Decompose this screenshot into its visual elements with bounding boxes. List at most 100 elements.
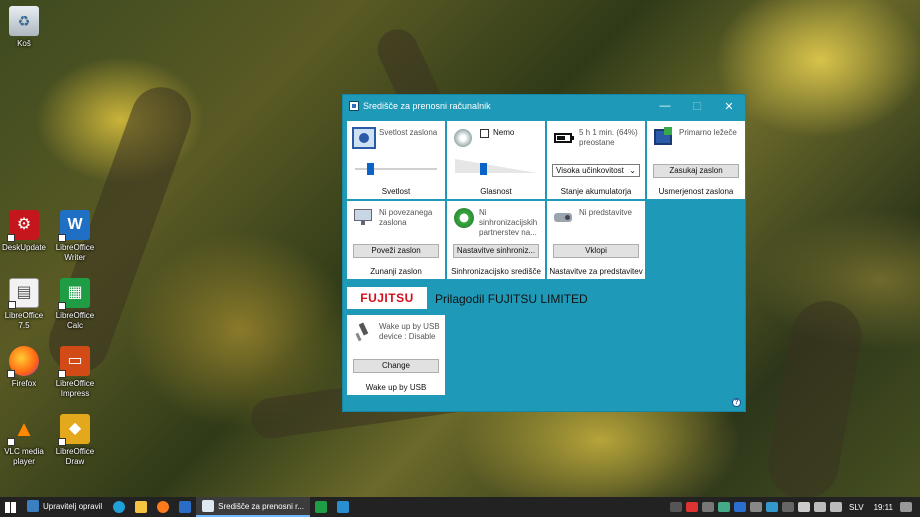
tray-icon[interactable]	[782, 502, 795, 512]
desktop-icon-deskupdate[interactable]: ⚙ DeskUpdate	[0, 210, 48, 253]
task-manager-icon	[27, 500, 39, 512]
brightness-slider[interactable]	[355, 163, 437, 175]
taskbar-firefox[interactable]	[152, 497, 174, 517]
external-display-footer: Zunanji zaslon	[370, 267, 422, 276]
desktop-icon-label: LibreOffice 7.5	[4, 311, 44, 330]
volume-icon[interactable]	[830, 502, 843, 512]
projector-icon	[552, 207, 576, 229]
power-plan-select[interactable]: Visoka učinkovitost ⌄	[552, 164, 640, 177]
desktop-icon-draw[interactable]: ◆ LibreOffice Draw	[51, 414, 99, 467]
bluetooth-icon[interactable]	[734, 502, 747, 512]
desktop-icon-label: Koš	[17, 39, 31, 48]
tile-volume: Nemo Glasnost	[447, 121, 545, 199]
mail-icon	[179, 501, 192, 513]
brightness-slider-thumb[interactable]	[367, 163, 375, 175]
volume-slider[interactable]	[455, 163, 537, 175]
presentation-label: Ni predstavitve	[579, 208, 632, 217]
desktop-icon-label: VLC media player	[4, 447, 44, 466]
rotate-screen-button[interactable]: Zasukaj zaslon	[653, 164, 739, 178]
desktop-icon-libreoffice[interactable]: ▤ LibreOffice 7.5	[0, 278, 48, 331]
speaker-icon	[452, 127, 476, 149]
minimize-button[interactable]: —	[649, 95, 681, 117]
desktop-icon-label: LibreOffice Impress	[55, 379, 95, 398]
desktop-icon-label: LibreOffice Writer	[55, 243, 95, 262]
shield-icon[interactable]	[718, 502, 731, 512]
desktop-icon-impress[interactable]: ▭ LibreOffice Impress	[51, 346, 99, 399]
tile-orientation: Primarno ležeče Zasukaj zaslon Usmerjeno…	[647, 121, 745, 199]
mobility-center-icon	[349, 101, 359, 111]
sync-center-label: Ni sinhronizacijskih partnerstev na...	[479, 208, 538, 237]
desktop-icon-label: Firefox	[11, 379, 37, 388]
background-trunk	[763, 295, 867, 505]
desktop-icon-vlc[interactable]: ▲ VLC media player	[0, 414, 48, 467]
help-icon[interactable]: ?	[732, 398, 741, 407]
system-tray: SLV 19:11	[668, 497, 920, 517]
start-button[interactable]	[0, 497, 21, 517]
usb-wake-change-button[interactable]: Change	[353, 359, 439, 373]
edge-icon	[113, 501, 126, 513]
draw-icon: ◆	[58, 414, 90, 446]
tray-icon[interactable]	[766, 502, 779, 512]
mute-checkbox[interactable]	[480, 129, 489, 138]
taskbar-mobility-center[interactable]: Središče za prenosni r...	[196, 497, 310, 517]
customized-by-label: Prilagodil FUJITSU LIMITED	[435, 292, 588, 306]
flag-icon[interactable]	[686, 502, 699, 512]
recycle-bin-icon: ♻	[9, 6, 39, 36]
taskbar-task-manager[interactable]: Upravitelj opravil	[21, 497, 108, 517]
connect-display-button[interactable]: Poveži zaslon	[353, 244, 439, 258]
taskbar-app[interactable]	[332, 497, 354, 517]
desktop-icon-writer[interactable]: W LibreOffice Writer	[51, 210, 99, 263]
power-plan-value: Visoka učinkovitost	[556, 166, 624, 175]
clock[interactable]: 19:11	[869, 497, 898, 517]
calc-icon: ▦	[58, 278, 90, 310]
tile-brightness: Svetlost zaslona Svetlost	[347, 121, 445, 199]
firefox-icon	[157, 501, 170, 513]
desktop-icon-label: DeskUpdate	[1, 243, 47, 252]
orientation-footer: Usmerjenost zaslona	[658, 187, 734, 196]
vlc-icon: ▲	[7, 414, 39, 446]
firefox-icon	[7, 346, 39, 378]
battery-status: 5 h 1 min. (64%) preostane	[579, 128, 638, 147]
usb-wake-label: Wake up by USB device : Disable	[379, 322, 440, 341]
tray-icon[interactable]	[750, 502, 763, 512]
maximize-button: ☐	[692, 100, 702, 113]
task-label: Središče za prenosni r...	[218, 501, 304, 511]
fujitsu-logo: FUJITSU	[347, 287, 427, 309]
taskbar-mail[interactable]	[174, 497, 196, 517]
brightness-label: Svetlost zaslona	[379, 128, 438, 137]
battery-icon[interactable]	[798, 502, 811, 512]
wifi-icon[interactable]	[814, 502, 827, 512]
taskbar-edge[interactable]	[108, 497, 130, 517]
language-indicator[interactable]: SLV	[844, 497, 869, 517]
desktop-icon-firefox[interactable]: Firefox	[0, 346, 48, 389]
presentation-on-button[interactable]: Vklopi	[553, 244, 639, 258]
tray-icon[interactable]	[670, 502, 683, 512]
mobility-center-window: Središče za prenosni računalnik — ☐ ✕ Sv…	[342, 94, 746, 412]
tile-presentation: Ni predstavitve Vklopi Nastavitve za pre…	[547, 201, 645, 279]
app-icon	[336, 501, 349, 513]
battery-icon	[552, 127, 576, 149]
task-label: Upravitelj opravil	[43, 501, 103, 511]
deskupdate-icon: ⚙	[7, 210, 39, 242]
sync-settings-button[interactable]: Nastavitve sinhroniz...	[453, 244, 539, 258]
taskbar-calc[interactable]	[310, 497, 332, 517]
taskbar-file-explorer[interactable]	[130, 497, 152, 517]
external-display-label: Ni povezanega zaslona	[379, 208, 433, 227]
notifications-icon[interactable]	[900, 502, 912, 512]
tray-icon[interactable]	[702, 502, 715, 512]
taskbar: Upravitelj opravil Središče za prenosni …	[0, 497, 920, 517]
volume-footer: Glasnost	[480, 187, 512, 196]
volume-slider-thumb[interactable]	[479, 163, 487, 175]
desktop-icon-label: LibreOffice Calc	[55, 311, 95, 330]
close-button[interactable]: ✕	[713, 95, 745, 117]
tile-battery: 5 h 1 min. (64%) preostane Visoka učinko…	[547, 121, 645, 199]
external-display-icon	[352, 207, 376, 229]
usb-plug-icon	[352, 321, 376, 343]
usb-wake-footer: Wake up by USB	[365, 383, 427, 392]
desktop-icon-calc[interactable]: ▦ LibreOffice Calc	[51, 278, 99, 331]
chevron-down-icon: ⌄	[629, 166, 636, 175]
desktop-icon-recycle-bin[interactable]: ♻ Koš	[0, 6, 48, 49]
title-bar[interactable]: Središče za prenosni računalnik — ☐ ✕	[343, 95, 745, 117]
desktop-icon-label: LibreOffice Draw	[55, 447, 95, 466]
presentation-footer: Nastavitve za predstavitev	[549, 267, 643, 276]
